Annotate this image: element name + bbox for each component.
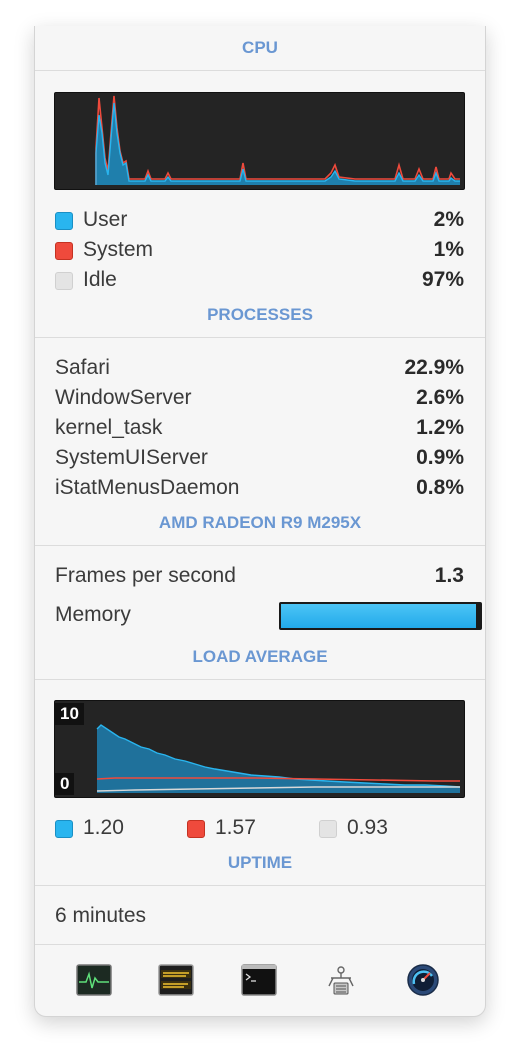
istat-dropdown-panel: CPU User 2% System 1% Idle 97% PROCESSES… (34, 26, 486, 1017)
uptime-header[interactable]: UPTIME (35, 841, 485, 886)
cpu-idle-label: Idle (83, 268, 117, 291)
process-name: Safari (55, 356, 110, 379)
cpu-user-area (96, 103, 460, 185)
fps-value: 1.3 (434, 564, 464, 587)
cpu-user-value: 2% (433, 208, 464, 231)
process-name: kernel_task (55, 416, 163, 439)
cpu-system-line (95, 95, 460, 185)
load-graph-svg (96, 724, 461, 793)
cpu-user-row: User 2% (55, 205, 464, 235)
app-shortcuts-bar (35, 944, 485, 1016)
process-value: 1.2% (416, 416, 464, 439)
process-row: iStatMenusDaemon 0.8% (55, 473, 464, 503)
load-1-value: 1.20 (83, 816, 124, 839)
fps-label: Frames per second (55, 564, 236, 587)
cpu-history-graph (54, 92, 465, 190)
process-value: 22.9% (404, 356, 464, 379)
memory-bar-fill (281, 604, 477, 628)
load-legend-2: 1.57 (187, 813, 307, 843)
memory-bar (279, 602, 482, 630)
load-1-swatch (55, 820, 73, 838)
system-information-icon[interactable] (323, 964, 359, 996)
activity-monitor-icon[interactable] (76, 964, 112, 996)
load-1min-area (97, 725, 460, 793)
process-name: iStatMenusDaemon (55, 476, 240, 499)
console-icon[interactable] (158, 964, 194, 996)
cpu-user-label: User (83, 208, 128, 231)
processes-header[interactable]: PROCESSES (35, 293, 485, 338)
load-legend-1: 1.20 (55, 813, 175, 843)
cpu-system-label: System (83, 238, 154, 261)
cpu-system-value: 1% (433, 238, 464, 261)
uptime-row: 6 minutes (55, 901, 464, 931)
disk-utility-icon[interactable] (405, 964, 441, 996)
user-swatch (55, 212, 73, 230)
cpu-header[interactable]: CPU (35, 26, 485, 71)
gpu-header[interactable]: AMD RADEON R9 M295X (35, 501, 485, 546)
system-swatch (55, 242, 73, 260)
process-value: 2.6% (416, 386, 464, 409)
load-2-value: 1.57 (215, 816, 256, 839)
load-average-graph: 10 0 (54, 700, 465, 798)
cpu-graph-svg (95, 95, 460, 185)
load-axis-max: 10 (55, 703, 84, 725)
load-3-swatch (319, 820, 337, 838)
gpu-memory-row: Memory (55, 595, 482, 635)
process-row: Safari 22.9% (55, 353, 464, 383)
process-value: 0.8% (416, 476, 464, 499)
cpu-user-line (95, 102, 460, 185)
process-name: SystemUIServer (55, 446, 208, 469)
terminal-icon[interactable] (241, 964, 277, 996)
load-2-swatch (187, 820, 205, 838)
load-legend-3: 0.93 (319, 813, 439, 843)
load-3-value: 0.93 (347, 816, 388, 839)
cpu-system-row: System 1% (55, 235, 464, 265)
cpu-idle-value: 97% (421, 268, 464, 291)
load-axis-min: 0 (55, 773, 75, 795)
cpu-idle-row: Idle 97% (55, 265, 464, 295)
idle-swatch (55, 272, 73, 290)
load-average-header[interactable]: LOAD AVERAGE (35, 635, 485, 680)
process-row: SystemUIServer 0.9% (55, 443, 464, 473)
process-row: WindowServer 2.6% (55, 383, 464, 413)
memory-label: Memory (55, 603, 131, 626)
process-row: kernel_task 1.2% (55, 413, 464, 443)
gpu-fps-row: Frames per second 1.3 (55, 561, 464, 591)
uptime-value: 6 minutes (55, 904, 147, 927)
process-value: 0.9% (416, 446, 464, 469)
process-name: WindowServer (55, 386, 192, 409)
